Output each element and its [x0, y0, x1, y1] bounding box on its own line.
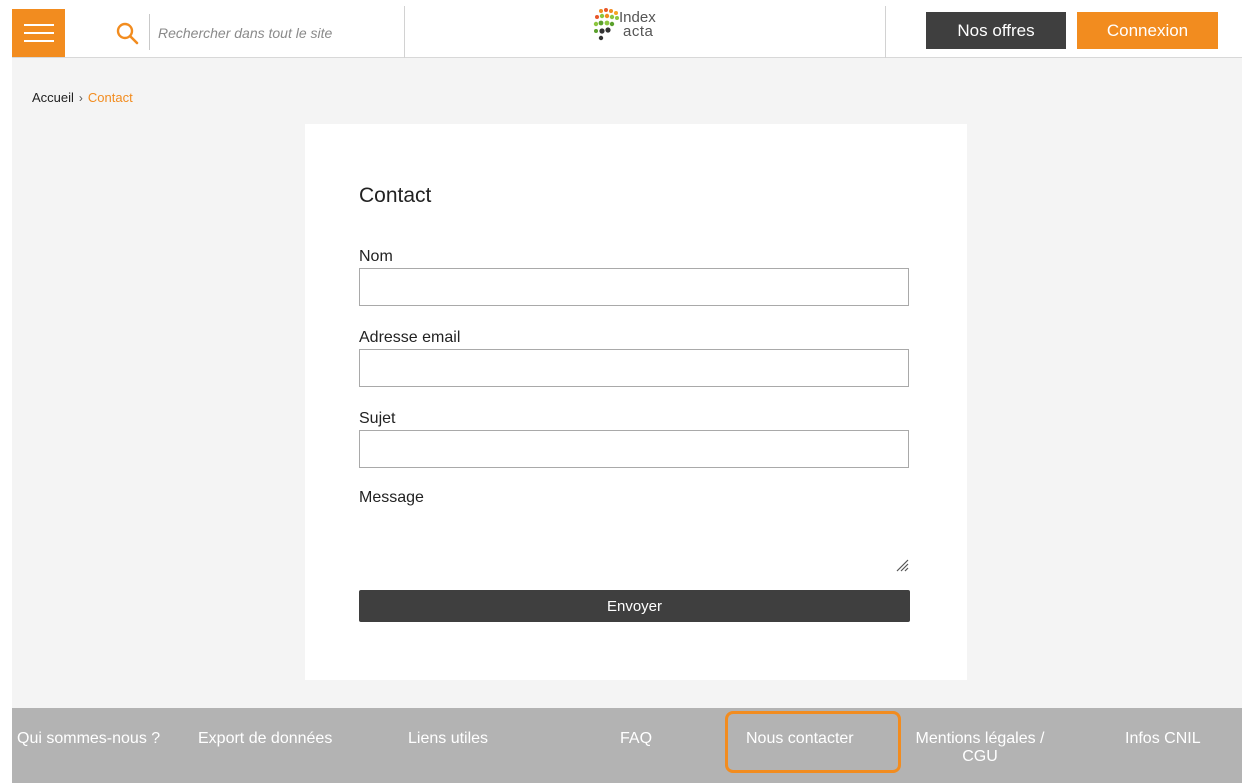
breadcrumb-home-link[interactable]: Accueil [32, 90, 74, 105]
name-label: Nom [359, 248, 393, 265]
breadcrumb-current: Contact [87, 90, 133, 105]
name-field[interactable] [359, 268, 909, 306]
search-icon[interactable] [115, 21, 139, 45]
search-divider [149, 14, 150, 50]
search-input[interactable] [158, 18, 398, 48]
subject-label: Sujet [359, 410, 396, 427]
footer-link-qui-sommes-nous[interactable]: Qui sommes-nous ? [17, 730, 160, 748]
footer-link-mentions-legales[interactable]: Mentions légales / CGU [910, 730, 1050, 766]
page-title: Contact [359, 184, 432, 207]
footer-link-infos-cnil[interactable]: Infos CNIL [1125, 730, 1201, 748]
header-divider [885, 6, 886, 58]
menu-icon-bar [23, 24, 54, 26]
email-label: Adresse email [359, 329, 461, 346]
menu-icon-bar [23, 32, 54, 34]
footer-link-faq[interactable]: FAQ [620, 730, 652, 748]
subject-field[interactable] [359, 430, 909, 468]
footer-link-nous-contacter[interactable]: Nous contacter [746, 730, 854, 748]
menu-icon-bar [23, 40, 54, 42]
logo-line-2: acta [623, 23, 654, 40]
index-acta-logo[interactable]: Index acta [590, 6, 700, 46]
site-footer: Qui sommes-nous ? Export de données Lien… [12, 708, 1242, 783]
contact-form-card: Contact Nom Adresse email Sujet Message … [305, 124, 967, 680]
header-divider [404, 6, 405, 58]
logo-text: Index acta [619, 10, 656, 40]
footer-link-liens-utiles[interactable]: Liens utiles [408, 730, 488, 748]
breadcrumb: Accueil › Contact [32, 90, 133, 105]
menu-button[interactable] [12, 9, 65, 57]
logo-dots-icon [593, 8, 619, 41]
connexion-button[interactable]: Connexion [1077, 12, 1218, 49]
submit-button[interactable]: Envoyer [359, 590, 910, 622]
resize-handle-icon[interactable] [895, 558, 909, 572]
footer-link-export-donnees[interactable]: Export de données [198, 730, 332, 748]
breadcrumb-separator: › [78, 90, 83, 105]
email-field[interactable] [359, 349, 909, 387]
mentions-legales-line-2: CGU [962, 748, 998, 765]
site-header: Index acta Nos offres Connexion [12, 0, 1242, 58]
mentions-legales-line-1: Mentions légales / [915, 730, 1045, 747]
left-rail [0, 0, 12, 783]
message-field[interactable] [359, 516, 909, 574]
message-label: Message [359, 489, 424, 506]
nos-offres-button[interactable]: Nos offres [926, 12, 1066, 49]
